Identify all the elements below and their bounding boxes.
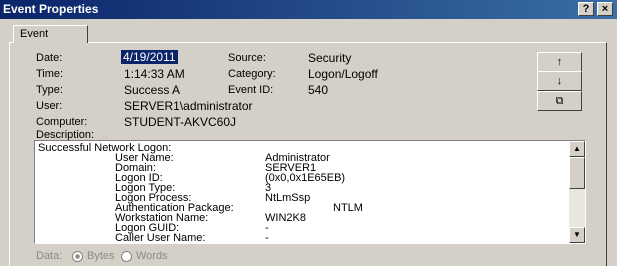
next-event-button[interactable]: ↓	[537, 71, 582, 91]
type-label: Type:	[36, 84, 63, 96]
user-value: SERVER1\administrator	[124, 99, 253, 113]
previous-event-button[interactable]: ↑	[537, 52, 582, 72]
window-title: Event Properties	[3, 2, 99, 16]
scroll-down-arrow[interactable]: ▼	[569, 227, 585, 243]
close-button[interactable]: ×	[597, 2, 613, 16]
description-key: Caller User Name:	[115, 232, 206, 244]
event-id-value: 540	[308, 83, 329, 97]
scroll-thumb[interactable]	[569, 157, 585, 189]
description-textbox[interactable]: Successful Network Logon: User Name: Admi…	[34, 140, 586, 244]
date-label: Date:	[36, 52, 63, 64]
data-label: Data:	[36, 250, 63, 262]
copy-icon: ⧉	[555, 95, 564, 107]
arrow-down-icon: ↓	[556, 75, 563, 87]
description-value: NtLmSsp	[265, 192, 311, 204]
category-label: Category:	[228, 68, 276, 80]
help-button[interactable]: ?	[578, 2, 594, 16]
tab-event[interactable]: Event	[13, 25, 88, 43]
computer-value: STUDENT-AKVC60J	[124, 115, 237, 129]
scroll-up-arrow[interactable]: ▲	[569, 141, 585, 157]
words-option-label[interactable]: Words	[136, 250, 168, 262]
computer-label: Computer:	[36, 116, 88, 128]
type-value: Success A	[124, 83, 181, 97]
bytes-radio[interactable]	[72, 251, 83, 262]
arrow-up-icon: ↑	[556, 56, 563, 68]
bytes-option-label[interactable]: Bytes	[87, 250, 115, 262]
description-value: (0x0,0x1E65EB)	[265, 172, 346, 184]
category-value: Logon/Logoff	[308, 67, 378, 81]
time-label: Time:	[36, 68, 64, 80]
description-value: -	[265, 232, 269, 244]
user-label: User:	[36, 100, 63, 112]
title-bar: Event Properties ? ×	[0, 0, 617, 19]
time-value: 1:14:33 AM	[124, 67, 185, 81]
source-value: Security	[308, 51, 352, 65]
description-scrollbar[interactable]: ▲ ▼	[569, 141, 585, 243]
date-value[interactable]: 4/19/2011	[121, 50, 178, 64]
event-id-label: Event ID:	[228, 84, 274, 96]
words-radio[interactable]	[121, 251, 132, 262]
description-value: NTLM	[333, 202, 363, 214]
description-value: WIN2K8	[265, 212, 306, 224]
source-label: Source:	[228, 52, 266, 64]
copy-button[interactable]: ⧉	[537, 91, 582, 111]
